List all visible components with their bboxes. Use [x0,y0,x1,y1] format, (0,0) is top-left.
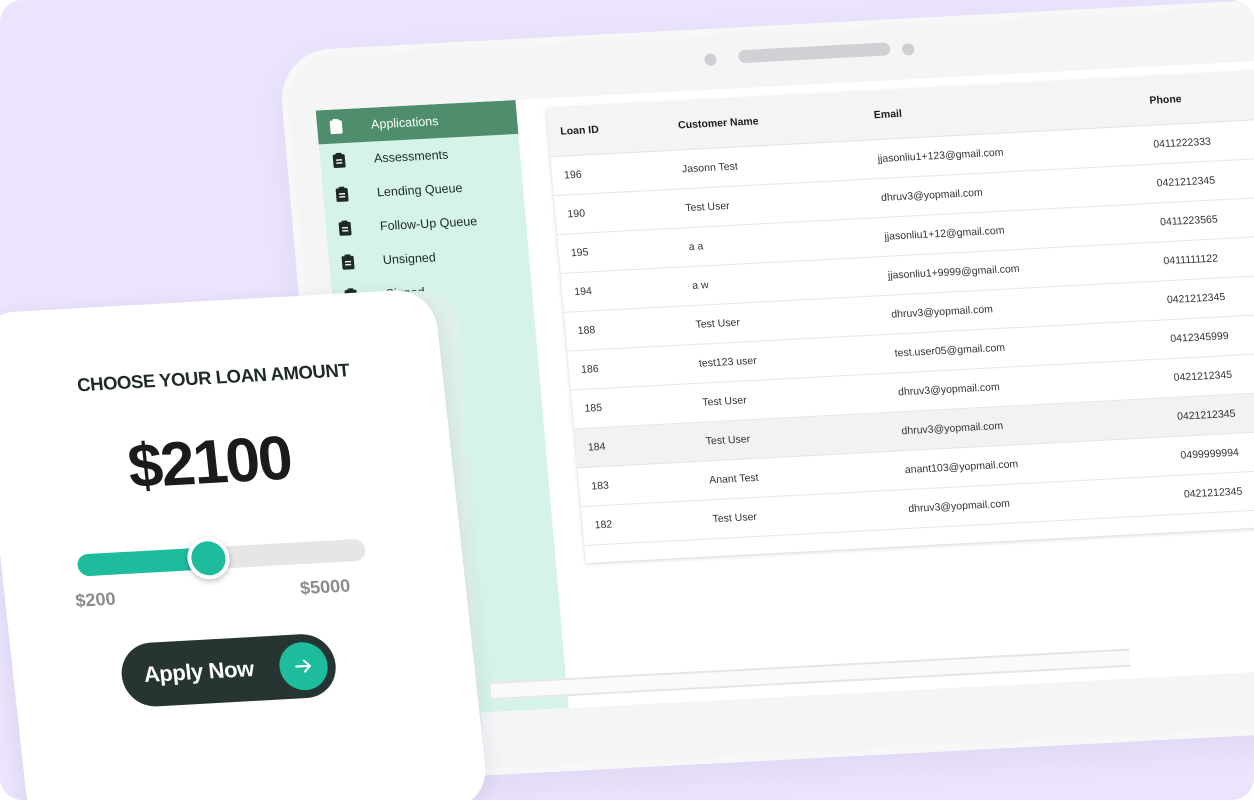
column-header-email[interactable]: Email [873,95,1150,121]
cell-email: anant103@yopmail.com [904,458,1019,477]
column-header-customer-name[interactable]: Customer Name [678,109,875,131]
cell-email: jjasonliu1+12@gmail.com [883,224,1005,243]
cell-loan-id: 182 [594,518,613,532]
column-header-phone[interactable]: Phone [1149,83,1254,107]
cell-loan-id: 194 [573,285,593,299]
clipboard-icon [328,118,345,135]
cell-loan-id: 195 [570,246,589,260]
cell-loan-id: 188 [577,324,596,338]
cell-customer-name: Test User [695,316,741,331]
cell-email: jjasonliu1+9999@gmail.com [887,262,1021,282]
sidebar-item-label: Lending Queue [376,180,464,200]
clipboard-icon [331,152,348,169]
speaker-bar [737,42,891,64]
cell-phone: 0411222333 [1152,135,1212,151]
cell-email: test.user05@gmail.com [894,341,1006,360]
loan-amount-value: $2100 [124,423,295,502]
cell-phone: 0421212345 [1183,485,1243,501]
cell-loan-id: 183 [590,479,610,493]
sidebar-item-label: Assessments [373,147,449,166]
loan-amount-slider[interactable] [76,536,367,581]
cell-loan-id: 185 [584,401,603,415]
cell-customer-name: test123 user [698,354,758,370]
cell-email: dhruv3@yopmail.com [900,419,1004,438]
cell-customer-name: a w [691,279,710,292]
cell-phone: 0411111122 [1163,252,1219,268]
camera-dot-icon [703,53,718,67]
applications-table: Loan ID Customer Name Email Phone 196 Jas… [546,65,1254,563]
sidebar-item-label: Follow-Up Queue [379,214,478,234]
cell-customer-name: a a [688,240,704,254]
cell-phone: 0412345999 [1169,330,1230,346]
camera-dot-icon [901,43,915,56]
cell-phone: 0421212345 [1166,291,1226,307]
cell-customer-name: Jasonn Test [681,160,739,176]
cell-customer-name: Test User [712,510,758,526]
cell-phone: 0411223565 [1159,213,1219,229]
cell-loan-id: 190 [567,207,586,221]
cell-phone: 0421212345 [1173,368,1233,384]
cell-customer-name: Test User [701,394,748,409]
clipboard-icon [340,254,357,271]
sidebar-item-label: Applications [370,114,440,132]
cell-email: dhruv3@yopmail.com [890,303,994,321]
apply-now-button[interactable]: Apply Now [118,632,339,709]
slider-min-label: $200 [74,588,117,611]
cell-email: jjasonliu1+123@gmail.com [877,146,1005,166]
arrow-right-icon [277,640,331,692]
sidebar-item-label: Unsigned [382,250,437,268]
cell-email: dhruv3@yopmail.com [907,497,1011,515]
clipboard-icon [337,220,354,237]
cell-loan-id: 196 [563,168,583,182]
slider-thumb[interactable] [185,536,232,581]
cell-loan-id: 186 [580,363,600,376]
cell-email: dhruv3@yopmail.com [880,186,984,204]
table-body: 196 Jasonn Test jjasonliu1+123@gmail.com 04… [550,114,1254,546]
cell-phone: 0421212345 [1156,174,1216,190]
cell-loan-id: 184 [587,440,606,454]
column-header-loan-id[interactable]: Loan ID [548,120,679,139]
loan-card-title: CHOOSE YOUR LOAN AMOUNT [75,359,351,396]
clipboard-icon [334,186,351,203]
cell-phone: 0499999994 [1180,446,1240,462]
cell-customer-name: Test User [684,199,731,215]
cell-email: dhruv3@yopmail.com [897,381,1001,399]
cell-customer-name: Test User [705,433,751,448]
cell-phone: 0421212345 [1176,407,1236,423]
apply-now-label: Apply Now [142,655,256,688]
loan-card: CHOOSE YOUR LOAN AMOUNT $2100 $200 $5000… [0,288,490,800]
slider-max-label: $5000 [299,575,352,599]
cell-customer-name: Anant Test [708,471,760,487]
stage: Applications Assessments Lending Queue Foll… [0,0,1254,800]
